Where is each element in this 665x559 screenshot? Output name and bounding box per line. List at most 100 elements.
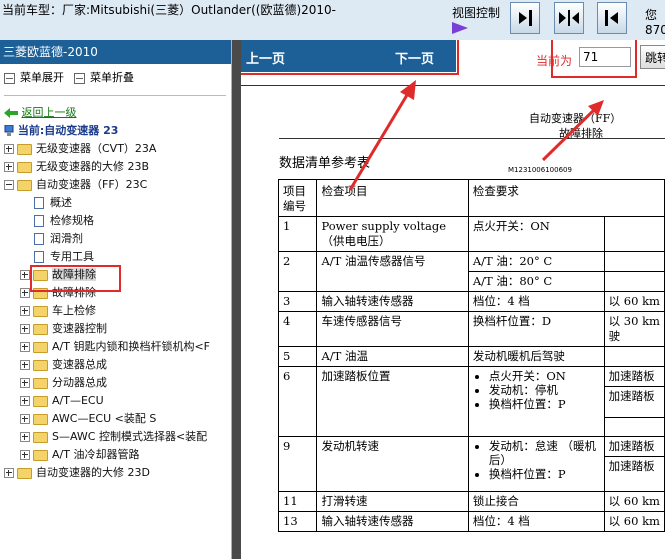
table-row: 1 Power supply voltage （供电电压） 点火开关：ON [277,216,665,252]
cell [603,216,665,252]
doc-title: 数据清单参考表 [279,156,371,171]
tree-node[interactable]: 变速器总成 [20,356,107,373]
folder-icon [33,449,48,461]
cell: 档位：4 档 [467,291,605,312]
tree-node[interactable]: S—AWC 控制模式选择器<装配 [20,428,207,445]
tree-node[interactable]: A/T 油冷却器管路 [20,446,139,463]
cell: 2 [277,251,318,292]
current-section-label: 当前:自动变速器 23 [17,124,119,137]
jump-button[interactable]: 跳转 [640,45,665,69]
table-row: 2 A/T 油温传感器信号 A/T 油：20° C [277,251,665,292]
cell: 以 30 km 驶 [603,311,665,347]
column-header: 检查要求 [467,179,665,217]
folder-icon [17,143,32,155]
folder-icon [17,179,32,191]
expand-icon[interactable] [4,162,14,172]
arrow-left-bar-icon [605,10,618,26]
expand-icon[interactable] [20,324,30,334]
cell: 换档杆位置：D [467,311,605,347]
expand-icon[interactable] [20,396,30,406]
cell: 加速踏板 [603,456,665,492]
menu-icon [4,72,15,84]
tree-leaf[interactable]: 润滑剂 [34,230,83,247]
expand-icon[interactable] [20,450,30,460]
tree-label: 检修规格 [50,214,94,227]
bullet-item: 发动机：停机 [489,383,600,397]
tree-label: 无级变速器（CVT）23A [36,142,157,155]
cell: 4 [277,311,318,347]
cell: 5 [277,346,318,367]
tree-node[interactable]: 自动变速器的大修 23D [4,464,150,481]
play-arrow-icon [452,22,468,34]
cell: A/T 油温 [316,346,469,367]
sidebar: 三菱欧蓝德-2010 菜单展开 菜单折叠 返回上一级 当前:自动变速器 23 无… [0,40,232,559]
tree-node[interactable]: 分动器总成 [20,374,107,391]
tree-node[interactable]: 变速器控制 [20,320,107,337]
tree-node[interactable]: 无级变速器（CVT）23A [4,140,156,157]
cell: 输入轴转速传感器 [316,291,469,312]
cell: 点火开关：ON 发动机：停机 换档杆位置：P [467,366,605,437]
tree-node[interactable]: A/T—ECU [20,392,104,409]
tree-node[interactable]: AWC—ECU <装配 S [20,410,156,427]
divider [4,95,226,96]
cell: 13 [277,511,318,532]
expand-icon[interactable] [20,432,30,442]
back-arrow-icon [4,108,18,118]
bullet-item: 换档杆位置：P [489,397,600,411]
expand-icon[interactable] [20,288,30,298]
expand-icon[interactable] [20,360,30,370]
cell: 输入轴转速传感器 [316,511,469,532]
doc-code: M1231006100609 [508,166,572,174]
document-icon [34,251,44,263]
table-row: 13 输入轴转速传感器 档位：4 档 以 60 km [277,511,665,532]
arrow-right-bar-icon [519,10,532,26]
view-split-button[interactable] [554,2,584,34]
tree-label: 无级变速器的大修 23B [36,160,150,173]
tree-label: A/T 油冷却器管路 [52,448,140,461]
expand-icon[interactable] [4,468,14,478]
folder-icon [33,323,48,335]
document-viewer: 上一页 下一页 当前为 跳转 自动变速器（FF） 故障排除 数据清单参考表 M1… [241,40,665,559]
tree-leaf[interactable]: 专用工具 [34,248,94,265]
cell-line: 以 30 km [608,314,660,328]
cell: 以 60 km [603,491,665,512]
cell: 以 60 km [603,291,665,312]
view-right-panel-button[interactable] [597,2,627,34]
tree-node[interactable]: 自动变速器（FF）23C [4,176,147,193]
tree-node[interactable]: 无级变速器的大修 23B [4,158,149,175]
table-row: 9 发动机转速 发动机：怠速 （暖机后） 换档杆位置：P 加速踏板 [277,436,665,492]
divider [279,138,665,139]
tree-node[interactable]: A/T 钥匙内锁和换档杆锁机构<F [20,338,210,355]
tree-node[interactable]: 车上检修 [20,302,96,319]
table-row: 3 输入轴转速传感器 档位：4 档 以 60 km [277,291,665,312]
view-left-panel-button[interactable] [510,2,540,34]
cell: 档位：4 档 [467,511,605,532]
table-row: 6 加速踏板位置 点火开关：ON 发动机：停机 换档杆位置：P 加速踏板 [277,366,665,437]
expand-icon[interactable] [20,378,30,388]
column-header: 项目编号 [277,179,318,217]
collapse-icon[interactable] [4,180,14,190]
table-row: 4 车速传感器信号 换档杆位置：D 以 30 km 驶 [277,311,665,347]
expand-icon[interactable] [20,414,30,424]
bullet-item: 点火开关：ON [489,369,600,383]
menu-collapse-button[interactable]: 菜单折叠 [74,69,134,85]
tree-leaf[interactable]: 检修规格 [34,212,94,229]
folder-icon [33,341,48,353]
menu-expand-button[interactable]: 菜单展开 [4,69,64,85]
cell: 3 [277,291,318,312]
cell: 1 [277,216,318,252]
back-link[interactable]: 返回上一级 [4,104,77,120]
expand-icon[interactable] [20,342,30,352]
panel-splitter[interactable] [232,40,241,559]
cell: A/T 油：20° C [467,251,605,272]
expand-icon[interactable] [20,306,30,316]
divider [241,85,665,86]
computer-icon [4,124,14,136]
cell: 加速踏板 [603,366,665,387]
expand-icon[interactable] [4,144,14,154]
table-row: 5 A/T 油温 发动机暖机后驾驶 [277,346,665,367]
tree-leaf[interactable]: 概述 [34,194,72,211]
tree-label: 车上检修 [52,304,96,317]
expand-icon[interactable] [20,270,30,280]
view-control-label: 视图控制 [452,6,501,20]
